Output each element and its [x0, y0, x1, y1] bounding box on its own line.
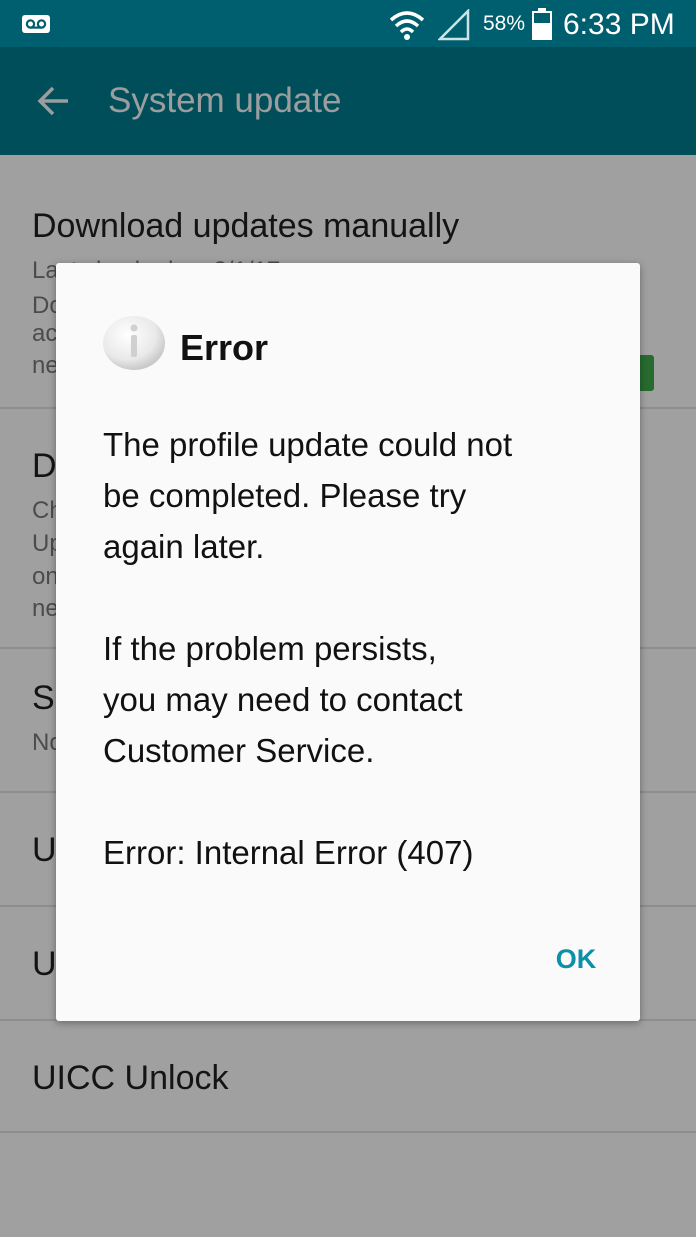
- message-line: The profile update could not: [103, 426, 513, 463]
- cell-signal-icon: [438, 9, 470, 41]
- status-bar: 58% 6:33 PM: [0, 0, 696, 47]
- error-dialog: Error The profile update could not be co…: [56, 263, 640, 1021]
- dialog-message: The profile update could not be complete…: [103, 419, 603, 572]
- dialog-title: Error: [180, 327, 269, 368]
- ok-button[interactable]: OK: [536, 937, 616, 981]
- message-line: be completed. Please try: [103, 477, 467, 514]
- message-line: Customer Service.: [103, 732, 375, 769]
- dialog-error-code: Error: Internal Error (407): [103, 834, 474, 871]
- info-icon: [103, 316, 165, 370]
- battery-percent: 58%: [483, 12, 526, 35]
- message-line: If the problem persists,: [103, 630, 437, 667]
- dialog-persist-message: If the problem persists, you may need to…: [103, 623, 603, 776]
- voicemail-icon: [22, 15, 50, 33]
- wifi-icon: [389, 11, 425, 40]
- message-line: you may need to contact: [103, 681, 463, 718]
- battery-icon: [532, 8, 552, 40]
- message-line: again later.: [103, 528, 265, 565]
- status-time: 6:33 PM: [563, 8, 675, 41]
